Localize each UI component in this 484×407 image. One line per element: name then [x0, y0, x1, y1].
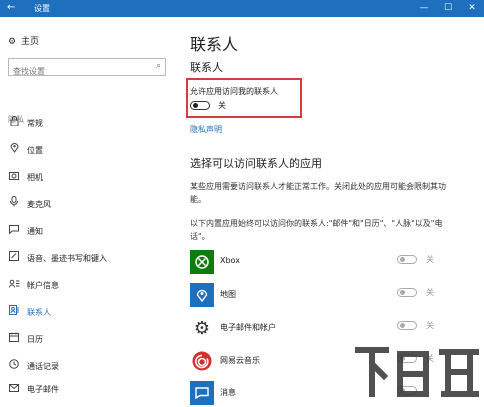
sidebar-item-label: 位置: [27, 146, 43, 155]
sidebar-item-label: 常规: [27, 119, 43, 128]
lock-icon: [8, 114, 20, 134]
home-label: 主页: [21, 37, 40, 47]
app-row: Xbox 关: [190, 250, 470, 276]
sidebar-item-label: 通知: [27, 227, 43, 236]
title-bar: ← 设置 — ☐ ✕: [0, 0, 484, 17]
apps-description: 某些应用需要访问联系人才能正常工作。关闭此处的应用可能会限制其功能。: [190, 182, 446, 204]
app-toggle-state: 关: [426, 255, 434, 264]
gear-icon: ⚙: [190, 316, 214, 340]
sidebar-item-camera[interactable]: 相机: [0, 168, 178, 188]
speech-ink-icon: [8, 249, 20, 269]
sidebar-item-label: 通话记录: [27, 362, 59, 371]
app-toggle-state: 关: [426, 321, 434, 330]
watermark-logo: [352, 340, 484, 400]
toggle-knob: [400, 290, 405, 295]
back-arrow-icon[interactable]: ←: [7, 2, 15, 14]
microphone-icon: [8, 195, 20, 215]
app-toggle-state: 关: [426, 288, 434, 297]
sidebar-item-calendar[interactable]: 日历: [0, 330, 178, 350]
contacts-icon: [8, 303, 20, 323]
calendar-icon: [8, 330, 20, 350]
sidebar-item-label: 麦克风: [27, 200, 51, 209]
builtin-apps-note: 以下内置应用始终可以访问你的联系人:"邮件"和"日历"、"人脉"以及"电话"。: [190, 219, 443, 241]
app-access-toggle[interactable]: [397, 288, 417, 297]
sidebar-item-label: 日历: [27, 335, 43, 344]
home-link[interactable]: ⚙ 主页: [8, 34, 39, 47]
sidebar-item-general[interactable]: 常规: [0, 114, 178, 134]
maps-icon: [190, 283, 214, 307]
sidebar-item-speech-inking-typing[interactable]: 语音、墨迹书写和键入: [0, 249, 178, 269]
app-access-toggle[interactable]: [397, 255, 417, 264]
permission-label: 允许应用访问我的联系人: [190, 87, 278, 96]
sidebar: ⚙主页 ⌕ 隐私 常规 位置 相机 麦克风 通知: [0, 17, 178, 400]
close-button[interactable]: ✕: [460, 0, 484, 17]
search-box[interactable]: ⌕: [8, 58, 166, 80]
camera-icon: [8, 168, 20, 188]
sidebar-item-label: 电子邮件: [27, 385, 59, 394]
app-access-toggle[interactable]: [397, 321, 417, 330]
message-icon: [190, 381, 214, 405]
app-name: 地图: [220, 290, 236, 299]
sidebar-item-location[interactable]: 位置: [0, 141, 178, 161]
sidebar-item-microphone[interactable]: 麦克风: [0, 195, 178, 215]
app-name: 电子邮件和帐户: [220, 323, 276, 332]
gear-icon: ⚙: [8, 37, 17, 47]
toggle-state-label: 关: [218, 101, 226, 110]
apps-heading: 选择可以访问联系人的应用: [190, 157, 322, 170]
minimize-button[interactable]: —: [412, 0, 436, 17]
page-title: 联系人: [190, 35, 239, 54]
toggle-knob: [193, 103, 198, 108]
sidebar-item-label: 帐户信息: [27, 281, 59, 290]
app-name: 消息: [220, 388, 236, 397]
app-row: ⚙ 电子邮件和帐户 关: [190, 316, 470, 342]
sidebar-item-contacts[interactable]: 联系人: [0, 303, 178, 323]
sidebar-item-email[interactable]: 电子邮件: [0, 380, 178, 400]
sidebar-item-label: 语音、墨迹书写和键入: [27, 254, 107, 263]
privacy-statement-link[interactable]: 隐私声明: [190, 124, 222, 135]
call-history-icon: [8, 357, 20, 377]
app-name: 网易云音乐: [220, 356, 260, 365]
window-title: 设置: [34, 4, 50, 13]
sidebar-item-label: 相机: [27, 173, 43, 182]
search-input[interactable]: [9, 63, 148, 80]
notification-bubble-icon: [8, 222, 20, 242]
search-icon[interactable]: ⌕: [156, 61, 161, 71]
app-name: Xbox: [220, 256, 240, 265]
netease-music-icon: [190, 349, 214, 373]
account-info-icon: [8, 276, 20, 296]
sidebar-item-label: 联系人: [27, 308, 51, 317]
section-title: 联系人: [190, 61, 223, 74]
xbox-icon: [190, 250, 214, 274]
highlight-box: [186, 78, 302, 118]
maximize-button[interactable]: ☐: [436, 0, 460, 17]
sidebar-item-notifications[interactable]: 通知: [0, 222, 178, 242]
toggle-knob: [400, 323, 405, 328]
location-pin-icon: [8, 141, 20, 161]
sidebar-item-call-history[interactable]: 通话记录: [0, 357, 178, 377]
sidebar-item-account-info[interactable]: 帐户信息: [0, 276, 178, 296]
app-row: 地图 关: [190, 283, 470, 309]
toggle-knob: [400, 257, 405, 262]
contacts-access-toggle[interactable]: [190, 101, 210, 110]
email-icon: [8, 380, 20, 400]
